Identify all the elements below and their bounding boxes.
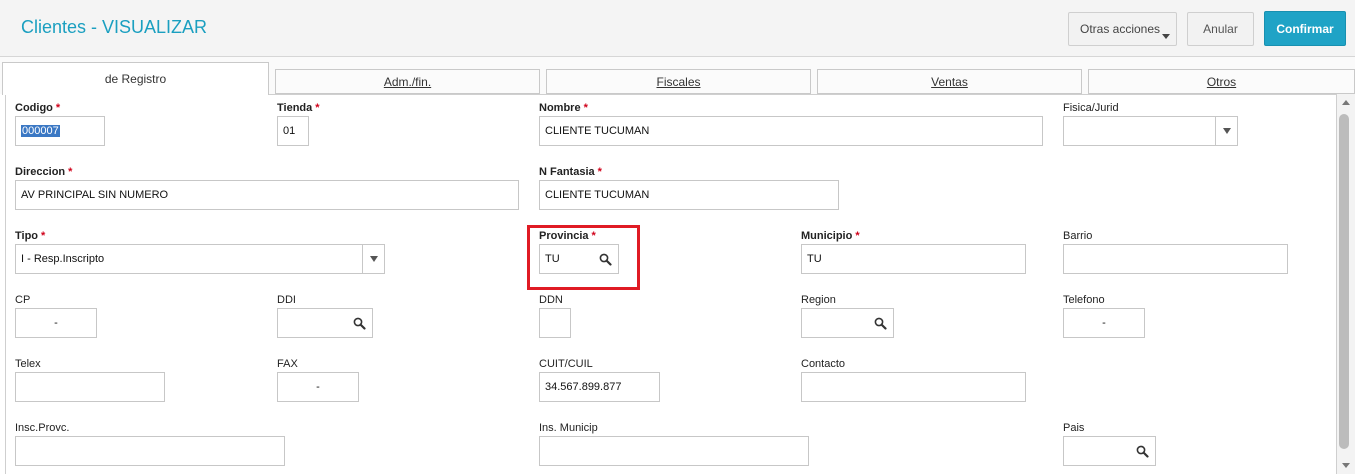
direccion-label: Direccion * [15, 166, 73, 178]
ddn-field[interactable] [539, 308, 571, 338]
pais-label: Pais [1063, 422, 1085, 434]
region-field[interactable] [801, 308, 894, 338]
barrio-label: Barrio [1063, 230, 1093, 242]
cancel-button[interactable]: Anular [1187, 12, 1254, 46]
contacto-field[interactable] [801, 372, 1026, 402]
vertical-scrollbar[interactable] [1337, 94, 1355, 474]
confirm-button[interactable]: Confirmar [1264, 11, 1346, 46]
tab-de-registro[interactable]: de Registro [2, 62, 269, 95]
tab-adm-fin[interactable]: Adm./fin. [275, 69, 540, 94]
provincia-highlight-box [527, 225, 640, 290]
tab-fiscales[interactable]: Fiscales [546, 69, 811, 94]
fax-field[interactable]: - [277, 372, 359, 402]
ddn-label: DDN [539, 294, 563, 306]
tab-bar: de Registro Adm./fin. Fiscales Ventas Ot… [0, 57, 1355, 95]
telefono-field[interactable]: - [1063, 308, 1145, 338]
municipio-field[interactable]: TU [801, 244, 1026, 274]
region-label: Region [801, 294, 836, 306]
chevron-down-icon [1162, 34, 1170, 39]
telex-label: Telex [15, 358, 41, 370]
tienda-label: Tienda * [277, 102, 320, 114]
cuit-cuil-label: CUIT/CUIL [539, 358, 593, 370]
chevron-down-icon [369, 256, 378, 262]
tipo-select[interactable]: I - Resp.Inscripto [15, 244, 385, 274]
scroll-down-icon[interactable] [1342, 463, 1350, 468]
tab-label: Otros [1206, 74, 1237, 89]
search-icon[interactable] [1129, 437, 1155, 465]
other-actions-label: Otras acciones [1080, 22, 1161, 36]
cuit-cuil-field[interactable]: 34.567.899.877 [539, 372, 660, 402]
tab-label: de Registro [104, 72, 167, 86]
tab-otros[interactable]: Otros [1088, 69, 1355, 94]
pais-field[interactable] [1063, 436, 1156, 466]
tab-ventas[interactable]: Ventas [817, 69, 1082, 94]
tab-label: Adm./fin. [383, 74, 432, 89]
ddi-field[interactable] [277, 308, 373, 338]
codigo-field[interactable]: 000007 [15, 116, 105, 146]
cp-field[interactable]: - [15, 308, 97, 338]
chevron-down-icon [1222, 128, 1231, 134]
dropdown-toggle[interactable] [1215, 117, 1237, 145]
telex-field[interactable] [15, 372, 165, 402]
fax-label: FAX [277, 358, 298, 370]
cp-label: CP [15, 294, 31, 306]
municipio-label: Municipio * [801, 230, 860, 242]
insc-provc-label: Insc.Provc. [15, 422, 70, 434]
tab-label: Ventas [931, 74, 968, 89]
search-icon[interactable] [346, 309, 372, 337]
n-fantasia-label: N Fantasia * [539, 166, 602, 178]
insc-provc-field[interactable] [15, 436, 285, 466]
fisica-jurid-label: Fisica/Jurid [1063, 102, 1119, 114]
other-actions-button[interactable]: Otras acciones [1068, 12, 1177, 46]
contacto-label: Contacto [801, 358, 846, 370]
ddi-label: DDI [277, 294, 296, 306]
scroll-thumb[interactable] [1339, 114, 1349, 449]
direccion-field[interactable]: AV PRINCIPAL SIN NUMERO [15, 180, 519, 210]
barrio-field[interactable] [1063, 244, 1288, 274]
form-panel [5, 94, 1337, 474]
tipo-label: Tipo * [15, 230, 46, 242]
scroll-up-icon[interactable] [1342, 100, 1350, 105]
ins-municip-field[interactable] [539, 436, 809, 466]
codigo-label: Codigo * [15, 102, 61, 114]
fisica-jurid-select[interactable] [1063, 116, 1238, 146]
search-icon[interactable] [867, 309, 893, 337]
dropdown-toggle[interactable] [362, 245, 384, 273]
nombre-field[interactable]: CLIENTE TUCUMAN [539, 116, 1043, 146]
nombre-label: Nombre * [539, 102, 588, 114]
tienda-field[interactable]: 01 [277, 116, 309, 146]
page-title: Clientes - VISUALIZAR [21, 17, 208, 37]
tab-label: Fiscales [656, 74, 701, 89]
ins-municip-label: Ins. Municip [539, 422, 598, 434]
telefono-label: Telefono [1063, 294, 1105, 306]
header-bar: Clientes - VISUALIZAR Otras acciones Anu… [0, 0, 1355, 57]
n-fantasia-field[interactable]: CLIENTE TUCUMAN [539, 180, 839, 210]
